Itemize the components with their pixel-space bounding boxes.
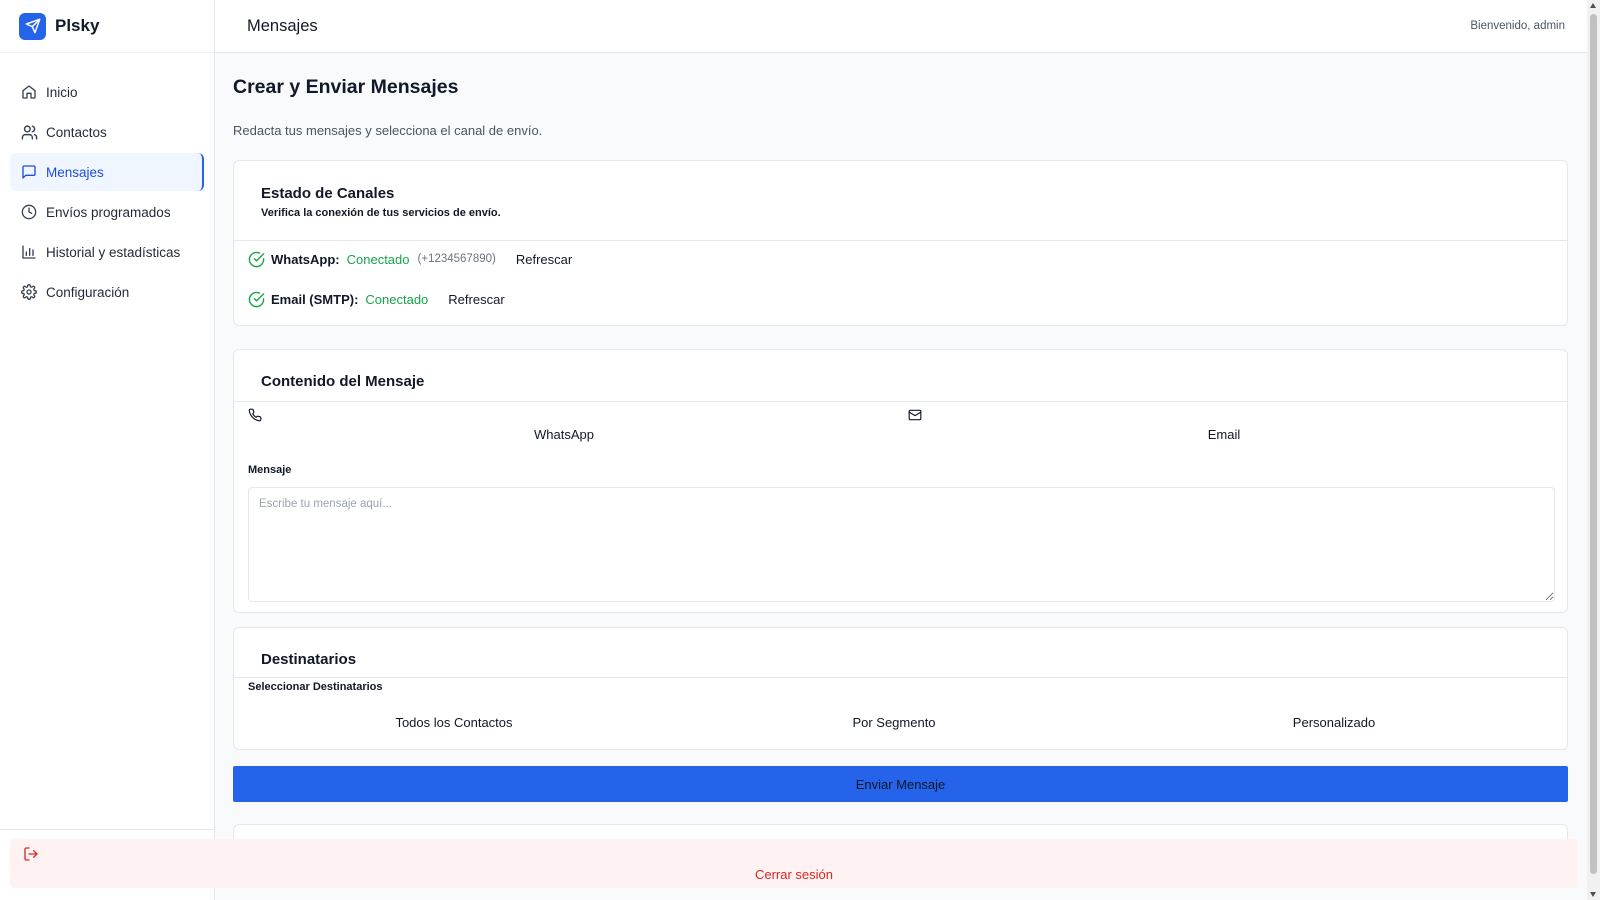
sidebar-item-inicio[interactable]: Inicio — [10, 73, 204, 111]
recipients-card-title: Destinatarios — [261, 651, 357, 668]
tab-email[interactable]: Email — [894, 402, 1554, 444]
message-textarea[interactable] — [248, 487, 1555, 602]
channels-card-header: Estado de Canales Verifica la conexión d… — [234, 161, 1567, 241]
clock-icon — [20, 203, 38, 221]
sidebar-item-contactos[interactable]: Contactos — [10, 113, 204, 151]
whatsapp-phone: (+1234567890) — [417, 253, 496, 265]
whatsapp-status-label: WhatsApp: — [271, 251, 340, 267]
content-card-title: Contenido del Mensaje — [261, 373, 425, 390]
scroll-down-arrow-icon[interactable] — [1590, 892, 1596, 897]
send-message-button[interactable]: Enviar Mensaje — [233, 766, 1568, 802]
page-subtitle: Redacta tus mensajes y selecciona el can… — [233, 123, 543, 138]
sidebar-item-historial[interactable]: Historial y estadísticas — [10, 233, 204, 271]
topbar: Mensajes Bienvenido, admin — [215, 0, 1587, 53]
recipients-card-header: Destinatarios — [234, 628, 1567, 678]
recipients-option-all[interactable]: Todos los Contactos — [234, 715, 674, 730]
welcome-text: Bienvenido, admin — [1470, 20, 1565, 32]
channels-card-title: Estado de Canales — [261, 185, 395, 202]
sidebar-item-mensajes[interactable]: Mensajes — [10, 153, 204, 191]
whatsapp-status-row: WhatsApp: Conectado (+1234567890) Refres… — [248, 249, 572, 269]
sidebar-divider — [0, 829, 215, 830]
email-refresh-button[interactable]: Refrescar — [448, 292, 504, 307]
mail-icon — [908, 408, 922, 427]
users-icon — [20, 123, 38, 141]
send-icon — [19, 12, 46, 40]
email-status-row: Email (SMTP): Conectado Refrescar — [248, 289, 505, 309]
check-circle-icon — [248, 291, 265, 308]
whatsapp-status-value: Conectado — [346, 251, 410, 267]
sidebar-item-label: Envíos programados — [46, 204, 171, 220]
recipients-option-custom[interactable]: Personalizado — [1114, 715, 1554, 730]
message-square-icon — [20, 163, 38, 181]
phone-icon — [248, 408, 262, 427]
sidebar-item-label: Mensajes — [46, 164, 104, 180]
scrollbar-thumb[interactable] — [1590, 14, 1597, 874]
brand[interactable]: Plsky — [0, 0, 214, 53]
sidebar: Plsky Inicio Contactos Mensajes Envíos p… — [0, 0, 215, 900]
tab-whatsapp-label: WhatsApp — [534, 427, 594, 442]
topbar-title: Mensajes — [247, 16, 318, 35]
logout-label: Cerrar sesión — [754, 867, 834, 882]
whatsapp-refresh-button[interactable]: Refrescar — [516, 252, 572, 267]
sidebar-item-label: Contactos — [46, 124, 107, 140]
content-card-header: Contenido del Mensaje — [234, 350, 1567, 402]
check-circle-icon — [248, 251, 265, 268]
tab-email-label: Email — [1207, 427, 1241, 442]
tab-whatsapp[interactable]: WhatsApp — [234, 402, 894, 444]
recipients-option-segment[interactable]: Por Segmento — [674, 715, 1114, 730]
scroll-up-arrow-icon[interactable] — [1590, 3, 1596, 8]
home-icon — [20, 83, 38, 101]
sidebar-item-label: Inicio — [46, 84, 78, 100]
email-status-label: Email (SMTP): — [271, 291, 359, 307]
email-status-value: Conectado — [365, 291, 429, 307]
brand-name: Plsky — [55, 16, 100, 35]
message-label: Mensaje — [248, 464, 292, 476]
sidebar-item-envios-programados[interactable]: Envíos programados — [10, 193, 204, 231]
sidebar-item-label: Historial y estadísticas — [46, 244, 181, 260]
sidebar-item-configuracion[interactable]: Configuración — [10, 273, 204, 311]
select-recipients-label: Seleccionar Destinatarios — [248, 681, 383, 693]
channels-card-subtitle: Verifica la conexión de tus servicios de… — [261, 207, 501, 219]
logout-button[interactable]: Cerrar sesión — [10, 839, 1578, 888]
bar-chart-icon — [20, 243, 38, 261]
channels-status-card: Estado de Canales Verifica la conexión d… — [233, 160, 1568, 326]
message-content-card: Contenido del Mensaje WhatsApp Email Men… — [233, 349, 1568, 613]
logout-icon — [23, 846, 39, 867]
sidebar-item-label: Configuración — [46, 284, 130, 300]
recipients-card: Destinatarios Seleccionar Destinatarios … — [233, 627, 1568, 750]
gear-icon — [20, 283, 38, 301]
sidebar-nav: Inicio Contactos Mensajes Envíos program… — [0, 53, 214, 311]
page-scrollbar[interactable] — [1587, 0, 1600, 900]
page-title: Crear y Enviar Mensajes — [233, 76, 459, 98]
